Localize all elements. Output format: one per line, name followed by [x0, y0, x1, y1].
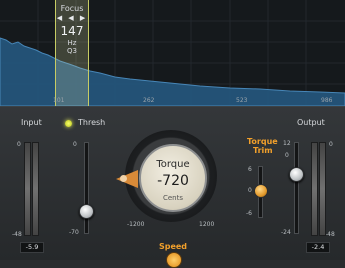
speed-label: Speed — [158, 242, 188, 251]
torque-trim-scale-top: 6 — [248, 166, 252, 173]
torque-title: Torque — [156, 159, 190, 170]
torque-trim-knob[interactable] — [254, 184, 268, 198]
thresh-scale-top: 0 — [73, 141, 77, 148]
input-scale-top: 0 — [17, 141, 21, 148]
input-scale-bottom: -48 — [12, 231, 22, 238]
focus-arrow-controls[interactable]: ◀ ◀ ▶ — [50, 14, 94, 22]
thresh-label: Thresh — [78, 118, 106, 127]
torque-pointer-dot — [120, 175, 127, 182]
speed-knob[interactable] — [166, 252, 182, 268]
input-meter-right — [32, 142, 39, 236]
output-scale-top: 12 — [283, 140, 291, 147]
thresh-scale-bottom: -70 — [69, 229, 79, 236]
output-scale-bottom: -24 — [281, 229, 291, 236]
freq-label: 986 — [321, 97, 333, 104]
thresh-led-icon[interactable] — [65, 120, 72, 127]
spectrum-display[interactable]: Focus ◀ ◀ ▶ 147 Hz Q3 101 262 523 986 — [0, 0, 345, 107]
torque-max-label: 1200 — [199, 221, 215, 228]
output-meter-scale-top: 0 — [329, 141, 333, 148]
freq-label: 523 — [236, 97, 248, 104]
output-scale-zero: 0 — [285, 152, 289, 159]
input-meter-left — [24, 142, 31, 236]
torque-trim-label-2: Trim — [253, 146, 273, 155]
output-meter-scale-bottom: -48 — [325, 231, 335, 238]
input-readout: -5.9 — [20, 242, 44, 253]
torque-trim-label: Torque — [247, 137, 278, 146]
torque-value: -720 — [157, 173, 189, 189]
freq-label: 262 — [143, 97, 155, 104]
thresh-slider-track[interactable] — [84, 142, 89, 234]
freq-label: 101 — [53, 97, 65, 104]
focus-frequency-value: 147 — [60, 24, 84, 38]
torque-unit: Cents — [162, 194, 184, 202]
focus-label: Focus — [60, 4, 84, 13]
torque-trim-scale-mid: 0 — [248, 187, 252, 194]
torque-trim-scale-bottom: -6 — [246, 210, 252, 217]
output-meter-left — [311, 142, 318, 236]
focus-q-label: Q3 — [67, 47, 77, 55]
output-slider-track[interactable] — [294, 142, 299, 234]
thresh-slider-knob[interactable] — [79, 204, 94, 219]
output-readout: -2.4 — [306, 242, 330, 253]
input-label: Input — [21, 118, 42, 127]
output-label: Output — [297, 118, 325, 127]
output-meter-right — [319, 142, 326, 236]
torque-min-label: -1200 — [127, 221, 145, 228]
focus-unit: Hz — [67, 39, 77, 47]
output-slider-knob[interactable] — [289, 167, 304, 182]
